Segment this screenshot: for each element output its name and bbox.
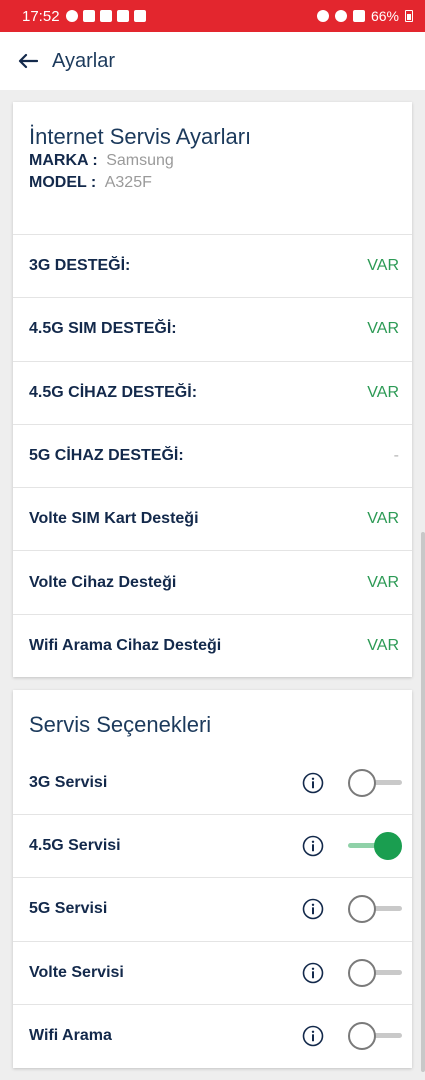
signal-icon [352, 10, 365, 22]
page-title: Ayarlar [52, 49, 115, 72]
support-row-5g-device: 5G CİHAZ DESTEĞİ: - [13, 425, 412, 489]
back-arrow-icon[interactable] [16, 49, 40, 73]
info-icon[interactable] [302, 962, 324, 984]
battery-icon [405, 10, 413, 22]
support-value: VAR [367, 383, 399, 401]
internet-settings-title: İnternet Servis Ayarları [29, 124, 252, 149]
support-row-4-5g-device: 4.5G CİHAZ DESTEĞİ: VAR [13, 362, 412, 425]
gallery-icon [99, 10, 112, 22]
app-bar: Ayarlar [0, 32, 425, 90]
notification-icons [65, 10, 146, 22]
scrollbar[interactable] [421, 532, 425, 1072]
support-row-3g: 3G DESTEĞİ: VAR [13, 235, 412, 299]
info-icon[interactable] [302, 898, 324, 920]
service-label: 4.5G Servisi [29, 837, 121, 855]
service-toggle[interactable] [348, 958, 402, 987]
info-icon[interactable] [302, 1025, 324, 1047]
service-row-4-5g: 4.5G Servisi [13, 815, 412, 879]
support-value: VAR [367, 510, 399, 528]
service-row-wifi-calling: Wifi Arama [13, 1005, 412, 1068]
support-label: Volte SIM Kart Desteği [29, 510, 199, 528]
service-label: 3G Servisi [29, 774, 108, 792]
news-icon [133, 10, 146, 22]
service-label: Wifi Arama [29, 1027, 112, 1045]
weather-icon [116, 10, 129, 22]
support-label: 4.5G CİHAZ DESTEĞİ: [29, 383, 198, 401]
support-row-volte-sim: Volte SIM Kart Desteği VAR [13, 488, 412, 552]
service-row-5g: 5G Servisi [13, 878, 412, 942]
alarm-icon [316, 10, 329, 22]
internet-settings-card: İnternet Servis Ayarları MARKA : Samsung… [13, 102, 412, 677]
support-row-wifi-calling: Wifi Arama Cihaz Desteği VAR [13, 615, 412, 678]
model-line: MODEL : A325F [29, 172, 396, 194]
service-toggle[interactable] [348, 769, 402, 798]
support-row-volte-device: Volte Cihaz Desteği VAR [13, 551, 412, 615]
support-label: 4.5G SIM DESTEĞİ: [29, 320, 177, 338]
support-value: VAR [367, 637, 399, 655]
support-label: Volte Cihaz Desteği [29, 573, 177, 591]
service-row-3g: 3G Servisi [13, 752, 412, 816]
support-value: VAR [367, 573, 399, 591]
info-icon[interactable] [302, 772, 324, 794]
support-value: VAR [367, 257, 399, 275]
brand-value: Samsung [106, 152, 174, 169]
service-toggle[interactable] [348, 832, 402, 861]
service-options-header: Servis Seçenekleri [13, 690, 412, 752]
support-label: 3G DESTEĞİ: [29, 257, 131, 275]
service-row-volte: Volte Servisi [13, 942, 412, 1005]
service-toggle[interactable] [348, 1022, 402, 1051]
support-value: VAR [367, 320, 399, 338]
support-row-4-5g-sim: 4.5G SIM DESTEĞİ: VAR [13, 298, 412, 362]
model-value: A325F [104, 174, 152, 191]
service-toggle[interactable] [348, 895, 402, 924]
service-options-title: Servis Seçenekleri [29, 712, 212, 737]
battery-percent: 66% [370, 8, 399, 24]
support-label: Wifi Arama Cihaz Desteği [29, 637, 222, 655]
status-bar: 17:52 66% [0, 0, 425, 32]
info-icon[interactable] [302, 835, 324, 857]
model-key: MODEL : [29, 174, 97, 191]
status-time: 17:52 [22, 7, 60, 25]
youtube-icon [82, 10, 95, 22]
brand-key: MARKA : [29, 152, 98, 169]
service-label: 5G Servisi [29, 900, 108, 918]
support-value: - [393, 447, 399, 465]
brand-line: MARKA : Samsung [29, 150, 396, 172]
service-label: Volte Servisi [29, 963, 124, 981]
usb-icon [65, 10, 78, 22]
support-label: 5G CİHAZ DESTEĞİ: [29, 447, 184, 465]
service-options-card: Servis Seçenekleri 3G Servisi 4.5G Servi… [13, 690, 412, 1068]
internet-settings-header: İnternet Servis Ayarları MARKA : Samsung… [13, 102, 412, 235]
wifi-icon [334, 10, 347, 22]
